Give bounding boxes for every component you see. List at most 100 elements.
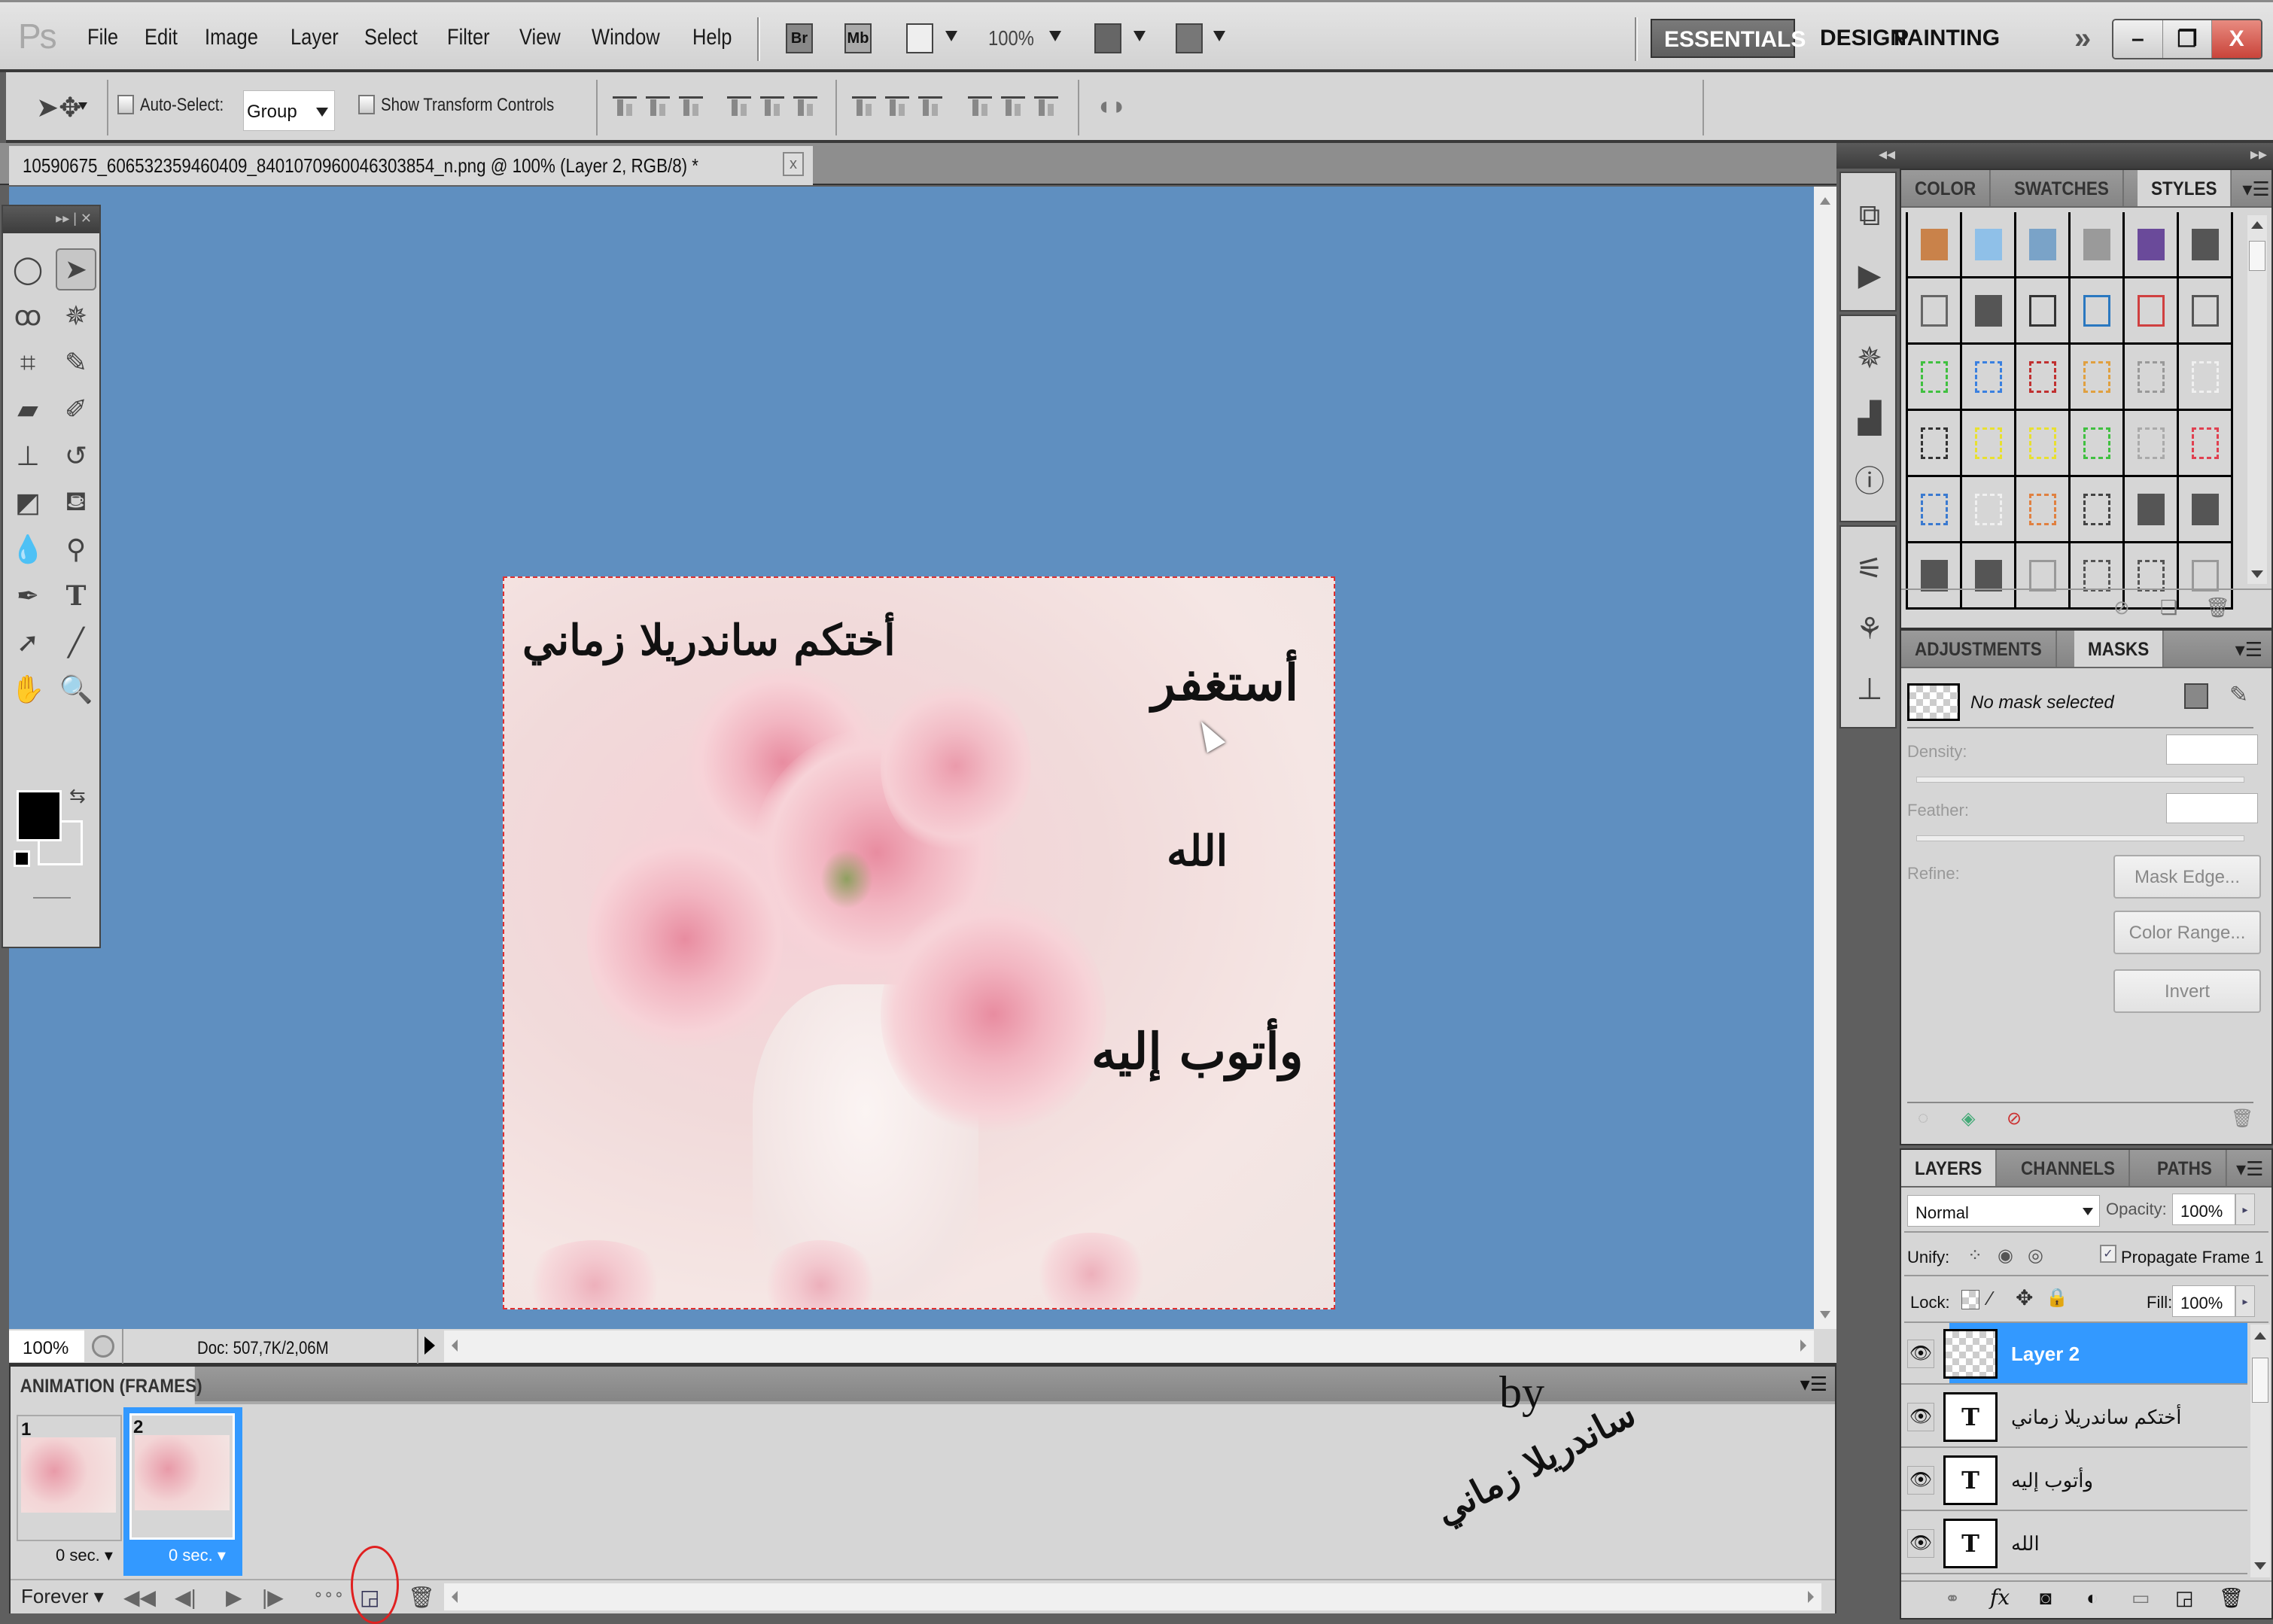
tab-adjustments[interactable]: ADJUSTMENTS <box>1901 631 2057 667</box>
animation-frame-selected[interactable]: 2 0 sec. ▾ <box>123 1407 242 1576</box>
zoom-dropdown-icon[interactable] <box>1049 31 1061 41</box>
layer-row[interactable]: 👁 T الله <box>1901 1513 2247 1574</box>
brush-tool-icon[interactable]: ✐ <box>56 388 96 430</box>
scroll-left-icon[interactable] <box>452 1340 458 1352</box>
brush-presets-icon[interactable]: ⚟ <box>1841 539 1898 599</box>
style-swatch[interactable] <box>2179 345 2233 411</box>
more-workspaces-icon[interactable]: » <box>2062 19 2103 58</box>
style-swatch[interactable] <box>2016 278 2071 345</box>
style-swatch[interactable] <box>2016 212 2071 278</box>
minimize-button[interactable]: – <box>2113 20 2163 58</box>
scroll-up-icon[interactable] <box>1820 197 1830 205</box>
lasso-tool-icon[interactable]: ꝏ <box>8 295 48 337</box>
style-swatch[interactable] <box>1908 345 1962 411</box>
workspace-essentials[interactable]: ESSENTIALS <box>1651 19 1806 58</box>
magic-wand-tool-icon[interactable]: ✵ <box>56 295 96 337</box>
default-colors-icon[interactable] <box>14 850 30 867</box>
style-swatch[interactable] <box>1962 278 2016 345</box>
unify-position-icon[interactable]: ⁘ <box>1967 1245 1982 1267</box>
align-vertical-center-icon[interactable] <box>646 93 670 123</box>
fill-slider-button[interactable]: ▸ <box>2235 1285 2255 1317</box>
adjustment-layer-icon[interactable]: ◐ <box>2086 1586 2098 1610</box>
visibility-eye-icon[interactable]: 👁 <box>1907 1466 1934 1495</box>
layer-row[interactable]: 👁 Layer 2 <box>1901 1323 2247 1385</box>
view-extras-dropdown-icon[interactable] <box>945 31 957 41</box>
auto-select-dropdown[interactable]: Group <box>243 90 335 131</box>
style-swatch[interactable] <box>2016 411 2071 477</box>
visibility-eye-icon[interactable]: 👁 <box>1907 1340 1934 1368</box>
crop-tool-icon[interactable]: ⌗ <box>8 342 48 384</box>
delete-style-icon[interactable]: 🗑 <box>2205 596 2230 619</box>
close-button[interactable]: X <box>2212 20 2261 58</box>
scroll-down-icon[interactable] <box>2254 1562 2266 1570</box>
arrange-documents-icon[interactable] <box>1094 23 1121 53</box>
mask-edge-button[interactable]: Mask Edge... <box>2113 855 2261 899</box>
tween-icon[interactable]: ∘∘∘ <box>313 1585 344 1604</box>
scroll-right-icon[interactable] <box>1800 1340 1806 1352</box>
scroll-up-icon[interactable] <box>2251 221 2263 229</box>
expand-dock-icon[interactable]: ▸▸ <box>2250 144 2267 164</box>
distribute-right-icon[interactable] <box>1034 93 1058 123</box>
color-range-button[interactable]: Color Range... <box>2113 911 2261 954</box>
canvas-horizontal-scrollbar[interactable] <box>444 1331 1814 1362</box>
clock-icon[interactable] <box>92 1335 114 1358</box>
style-swatch[interactable] <box>2179 477 2233 543</box>
tab-styles[interactable]: STYLES <box>2138 170 2232 206</box>
info-icon[interactable]: ⓘ <box>1841 449 1898 509</box>
tool-preset-dropdown-icon[interactable] <box>78 102 87 110</box>
line-tool-icon[interactable]: ╱ <box>56 622 96 664</box>
paint-bucket-tool-icon[interactable]: ⛾ <box>56 482 96 524</box>
feather-slider[interactable] <box>1916 835 2244 841</box>
unify-visibility-icon[interactable]: ◉ <box>1998 1245 2013 1267</box>
lock-transparency-icon[interactable] <box>1961 1290 1979 1309</box>
tab-color[interactable]: COLOR <box>1901 170 1992 206</box>
distribute-top-icon[interactable] <box>852 93 876 123</box>
style-swatch[interactable] <box>1962 345 2016 411</box>
tab-layers[interactable]: LAYERS <box>1901 1150 1997 1186</box>
add-vector-mask-icon[interactable]: ✎ <box>2229 682 2248 708</box>
tab-paths[interactable]: PATHS <box>2144 1150 2227 1186</box>
menu-file[interactable]: File <box>87 25 118 50</box>
layer-style-icon[interactable]: fx <box>1990 1585 2010 1610</box>
animation-tab[interactable]: ANIMATION (FRAMES) <box>11 1367 202 1404</box>
align-bottom-icon[interactable] <box>679 93 703 123</box>
delete-mask-icon[interactable]: 🗑 <box>2231 1108 2253 1130</box>
frame-delay-dropdown[interactable]: 0 sec. ▾ <box>169 1546 226 1565</box>
first-frame-icon[interactable]: ◀◀ <box>123 1585 156 1610</box>
zoom-tool-icon[interactable]: 🔍 <box>56 668 96 710</box>
delete-frame-icon[interactable]: 🗑 <box>408 1585 435 1610</box>
visibility-eye-icon[interactable]: 👁 <box>1907 1529 1934 1558</box>
style-swatch[interactable] <box>2179 212 2233 278</box>
screen-mode-dropdown-icon[interactable] <box>1213 31 1225 41</box>
scroll-down-icon[interactable] <box>1820 1311 1830 1318</box>
propagate-frame-checkbox[interactable]: ✓ <box>2100 1245 2116 1263</box>
clone-stamp-tool-icon[interactable]: ⊥ <box>8 435 48 477</box>
menu-layer[interactable]: Layer <box>291 25 339 50</box>
move-tool-icon[interactable]: ➤✥ <box>36 92 81 123</box>
style-swatch[interactable] <box>2071 212 2125 278</box>
tab-masks[interactable]: MASKS <box>2074 631 2164 667</box>
style-swatch[interactable] <box>2071 345 2125 411</box>
density-slider[interactable] <box>1916 777 2244 783</box>
menu-edit[interactable]: Edit <box>145 25 178 50</box>
new-layer-icon[interactable]: ◲ <box>2175 1586 2194 1610</box>
style-swatch[interactable] <box>2125 212 2179 278</box>
restore-button[interactable]: ❐ <box>2162 20 2213 58</box>
healing-brush-tool-icon[interactable]: ▰ <box>8 388 48 430</box>
navigator-icon[interactable]: ✵ <box>1841 328 1898 388</box>
opacity-field[interactable]: 100% <box>2172 1194 2235 1225</box>
clone-source-icon[interactable]: ⊥ <box>1841 659 1898 719</box>
style-swatch[interactable] <box>2125 278 2179 345</box>
opacity-slider-button[interactable]: ▸ <box>2235 1194 2255 1225</box>
blur-tool-icon[interactable]: 💧 <box>8 528 48 570</box>
zoom-level-dropdown[interactable]: 100% <box>988 26 1034 50</box>
play-icon[interactable]: ▶ <box>226 1585 242 1610</box>
style-swatch[interactable] <box>1908 477 1962 543</box>
feather-field[interactable] <box>2166 793 2258 823</box>
next-frame-icon[interactable]: |▶ <box>262 1585 284 1610</box>
document-tab[interactable]: 10590675_606532359460409_840107096004630… <box>9 146 813 185</box>
style-swatch[interactable] <box>2125 477 2179 543</box>
delete-layer-icon[interactable]: 🗑 <box>2219 1586 2244 1610</box>
frames-horizontal-scrollbar[interactable] <box>444 1583 1821 1610</box>
canvas-vertical-scrollbar[interactable] <box>1814 187 1836 1329</box>
